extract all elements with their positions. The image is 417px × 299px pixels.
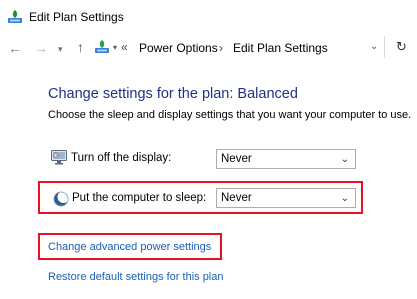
sleep-moon-icon bbox=[53, 191, 70, 207]
breadcrumb-overflow-button[interactable]: « bbox=[121, 40, 128, 54]
sleep-timeout-value: Never bbox=[221, 192, 252, 204]
breadcrumb-chevron-icon[interactable]: ▾ bbox=[113, 43, 117, 52]
breadcrumb-power-options[interactable]: Power Options bbox=[139, 40, 218, 56]
display-timeout-label: Turn off the display: bbox=[71, 152, 172, 164]
sleep-timeout-label: Put the computer to sleep: bbox=[72, 192, 207, 204]
address-bar-divider bbox=[384, 36, 385, 58]
restore-defaults-link[interactable]: Restore default settings for this plan bbox=[48, 270, 223, 284]
refresh-icon[interactable]: ↻ bbox=[396, 39, 407, 55]
chevron-down-icon: ⌄ bbox=[340, 193, 349, 204]
display-timeout-value: Never bbox=[221, 153, 252, 165]
power-options-icon bbox=[8, 10, 22, 23]
window-title: Edit Plan Settings bbox=[29, 10, 124, 24]
sleep-timeout-select[interactable]: Never ⌄ bbox=[216, 188, 356, 208]
breadcrumb-separator[interactable]: › bbox=[219, 40, 223, 56]
back-arrow-icon[interactable]: ← bbox=[8, 40, 22, 56]
up-arrow-icon[interactable]: ↑ bbox=[77, 39, 84, 55]
chevron-down-icon: ⌄ bbox=[340, 154, 349, 165]
forward-arrow-icon[interactable]: → bbox=[34, 40, 48, 56]
control-panel-icon bbox=[95, 40, 109, 53]
advanced-power-settings-link[interactable]: Change advanced power settings bbox=[48, 240, 211, 254]
recent-locations-chevron-icon[interactable]: ▾ bbox=[58, 41, 63, 57]
address-dropdown-icon[interactable]: ⌄ bbox=[370, 41, 378, 52]
breadcrumb-edit-plan-settings[interactable]: Edit Plan Settings bbox=[233, 40, 328, 56]
display-timeout-select[interactable]: Never ⌄ bbox=[216, 149, 356, 169]
display-icon bbox=[51, 150, 67, 165]
page-description: Choose the sleep and display settings th… bbox=[48, 109, 412, 121]
page-title: Change settings for the plan: Balanced bbox=[48, 86, 298, 102]
